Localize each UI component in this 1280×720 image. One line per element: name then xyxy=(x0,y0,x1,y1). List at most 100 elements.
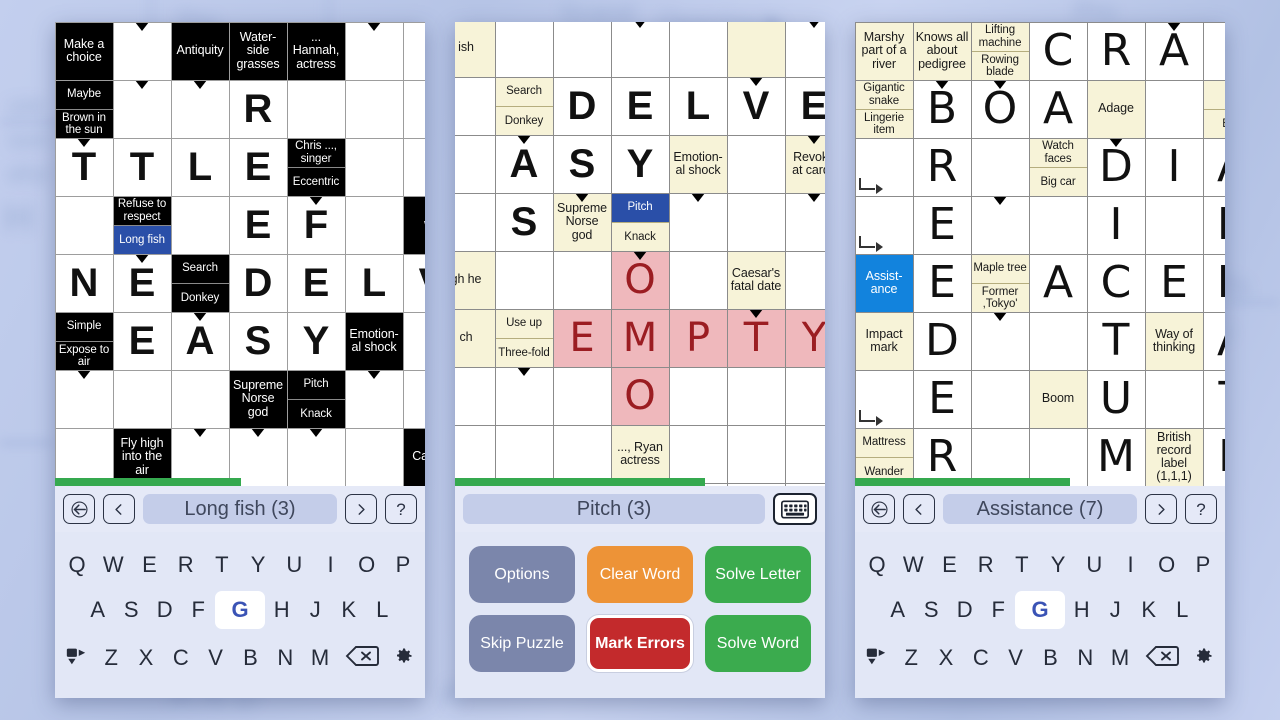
mark-errors-button[interactable]: Mark Errors xyxy=(587,615,693,672)
previous-clue-button[interactable] xyxy=(103,494,135,524)
crossword-letter-cell[interactable]: D xyxy=(913,312,971,370)
crossword-clue-cell[interactable]: ..., Ryan actress xyxy=(611,425,669,483)
crossword-clue-cell[interactable]: Supreme Norse god xyxy=(553,193,611,251)
crossword-clue-cell[interactable]: Search Donkey xyxy=(171,254,229,312)
crossword-empty-cell[interactable] xyxy=(403,312,425,370)
crossword-empty-cell[interactable] xyxy=(971,312,1029,370)
key-X[interactable]: X xyxy=(129,641,164,675)
crossword-empty-cell[interactable] xyxy=(785,22,825,77)
crossword-empty-cell[interactable] xyxy=(345,138,403,196)
action-buttons-panel2[interactable]: Options Clear Word Solve Letter Skip Puzzle… xyxy=(455,532,825,698)
crossword-empty-cell[interactable] xyxy=(553,367,611,425)
crossword-empty-cell[interactable] xyxy=(287,428,345,486)
key-C[interactable]: C xyxy=(163,641,198,675)
help-button[interactable]: ? xyxy=(1185,494,1217,524)
crossword-empty-cell[interactable] xyxy=(345,80,403,138)
crossword-empty-cell[interactable] xyxy=(113,22,171,80)
keyboard-switch-icon[interactable] xyxy=(859,639,894,677)
crossword-letter-cell[interactable]: A xyxy=(1029,80,1087,138)
crossword-letter-cell[interactable]: D xyxy=(1087,138,1145,196)
crossword-clue-cell[interactable]: ish xyxy=(455,22,495,77)
crossword-letter-cell[interactable]: R xyxy=(913,138,971,196)
crossword-letter-cell[interactable]: A xyxy=(171,312,229,370)
key-H[interactable]: H xyxy=(1065,593,1099,627)
key-Q[interactable]: Q xyxy=(859,548,895,582)
crossword-clue-cell[interactable]: Chris ..., singer Eccentric xyxy=(287,138,345,196)
key-U[interactable]: U xyxy=(1076,548,1112,582)
crossword-letter-cell[interactable]: M xyxy=(611,309,669,367)
crossword-grid-panel1[interactable]: Make a choice Antiquity Water-side grasses… xyxy=(55,22,425,486)
crossword-letter-cell[interactable]: E xyxy=(229,196,287,254)
key-K[interactable]: K xyxy=(1132,593,1166,627)
crossword-empty-cell[interactable] xyxy=(971,196,1029,254)
keyboard-toggle-button[interactable] xyxy=(773,493,817,525)
crossword-letter-cell[interactable]: A xyxy=(1203,312,1225,370)
key-Z[interactable]: Z xyxy=(94,641,129,675)
crossword-letter-cell[interactable]: B xyxy=(1203,196,1225,254)
crossword-clue-cell[interactable]: Watch faces Big car xyxy=(1029,138,1087,196)
key-T[interactable]: T xyxy=(204,548,240,582)
crossword-letter-cell[interactable]: E xyxy=(913,196,971,254)
key-F[interactable]: F xyxy=(182,593,216,627)
crossword-letter-cell[interactable]: D xyxy=(229,254,287,312)
crossword-empty-cell[interactable] xyxy=(971,138,1029,196)
crossword-empty-cell[interactable] xyxy=(113,80,171,138)
crossword-clue-cell[interactable]: British record label (1,1,1) xyxy=(1145,428,1203,486)
key-O[interactable]: O xyxy=(1149,548,1185,582)
crossword-clue-cell[interactable]: Caesar's fatal date xyxy=(727,251,785,309)
crossword-empty-cell[interactable] xyxy=(495,367,553,425)
crossword-empty-cell[interactable] xyxy=(855,138,913,196)
key-X[interactable]: X xyxy=(929,641,964,675)
crossword-empty-cell[interactable] xyxy=(171,370,229,428)
crossword-empty-cell[interactable] xyxy=(403,22,425,80)
key-T[interactable]: T xyxy=(1004,548,1040,582)
crossword-empty-cell[interactable] xyxy=(669,367,727,425)
crossword-letter-cell[interactable]: T xyxy=(1087,312,1145,370)
crossword-letter-cell[interactable]: A xyxy=(495,135,553,193)
crossword-clue-cell[interactable]: Use up Three-fold xyxy=(495,309,553,367)
key-S[interactable]: S xyxy=(915,593,949,627)
key-G[interactable]: G xyxy=(1015,591,1065,629)
crossword-letter-cell[interactable]: E xyxy=(611,77,669,135)
crossword-letter-cell[interactable]: E xyxy=(785,77,825,135)
crossword-letter-cell[interactable]: Y xyxy=(611,135,669,193)
key-P[interactable]: P xyxy=(385,548,421,582)
crossword-empty-cell[interactable] xyxy=(455,193,495,251)
crossword-empty-cell[interactable] xyxy=(495,251,553,309)
crossword-clue-cell[interactable]: Maple tree Former ,Tokyo' xyxy=(971,254,1029,312)
crossword-letter-cell[interactable]: U xyxy=(1087,370,1145,428)
crossword-letter-cell[interactable]: E xyxy=(1145,254,1203,312)
next-clue-button[interactable] xyxy=(345,494,377,524)
help-button[interactable]: ? xyxy=(385,494,417,524)
crossword-empty-cell[interactable] xyxy=(345,428,403,486)
key-A[interactable]: A xyxy=(81,593,115,627)
crossword-letter-cell[interactable]: E xyxy=(913,370,971,428)
key-J[interactable]: J xyxy=(299,593,333,627)
current-clue-title[interactable]: Assistance (7) xyxy=(943,494,1137,524)
crossword-clue-cell[interactable]: Pitch Knack xyxy=(287,370,345,428)
crossword-letter-cell[interactable]: Y xyxy=(785,309,825,367)
crossword-letter-cell[interactable]: E xyxy=(113,254,171,312)
crossword-letter-cell[interactable]: E xyxy=(913,254,971,312)
crossword-empty-cell[interactable] xyxy=(403,80,425,138)
crossword-clue-cell[interactable]: Pitch Knack xyxy=(611,193,669,251)
crossword-empty-cell[interactable] xyxy=(553,22,611,77)
crossword-empty-cell[interactable] xyxy=(971,370,1029,428)
crossword-clue-cell[interactable]: Water-side grasses xyxy=(229,22,287,80)
crossword-empty-cell[interactable] xyxy=(1029,312,1087,370)
crossword-empty-cell[interactable] xyxy=(669,425,727,483)
crossword-empty-cell[interactable] xyxy=(727,425,785,483)
key-N[interactable]: N xyxy=(268,641,303,675)
key-E[interactable]: E xyxy=(131,548,167,582)
crossword-clue-cell[interactable]: Emotion-al shock xyxy=(345,312,403,370)
crossword-clue-cell[interactable]: Gigantic snake Lingerie item xyxy=(855,80,913,138)
crossword-clue-cell[interactable]: Antiquity xyxy=(171,22,229,80)
backspace-icon[interactable] xyxy=(337,639,386,677)
crossword-clue-cell[interactable] xyxy=(727,22,785,77)
crossword-empty-cell[interactable] xyxy=(855,196,913,254)
key-V[interactable]: V xyxy=(998,641,1033,675)
crossword-clue-cell[interactable]: Boom xyxy=(1029,370,1087,428)
crossword-letter-cell[interactable]: R xyxy=(1087,22,1145,80)
key-F[interactable]: F xyxy=(982,593,1016,627)
crossword-letter-cell[interactable]: T xyxy=(727,309,785,367)
